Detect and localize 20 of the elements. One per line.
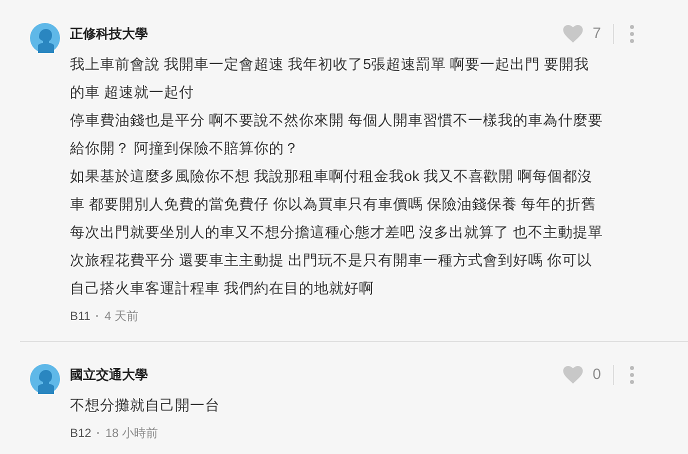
comment-text: 停車費油錢也是平分 啊不要說不然你來開 每個人開車習慣不一樣我的車為什麼要 [70, 112, 604, 131]
avatar-icon [30, 23, 60, 53]
comment-text: 如果基於這麼多風險你不想 我說那租車啊付租金我ok 我又不喜歡開 啊每個都沒 [70, 168, 592, 187]
post-time: 4 天前 [104, 308, 138, 325]
comment-text: 車 都要開別人免費的當免費仔 你以為買車只有車價嗎 保險油錢保養 每年的折舊 [70, 196, 596, 215]
comment-text: 給你開？ 阿撞到保險不賠算你的？ [70, 140, 300, 159]
comment-text: 的車 超速就一起付 [70, 84, 194, 103]
author-name[interactable]: 正修科技大學 [70, 24, 563, 44]
heart-icon [562, 366, 583, 384]
author-name[interactable]: 國立交通大學 [70, 365, 563, 385]
comment-text: 每次出門就要坐別人的車又不想分擔這種心態才差吧 沒多出就算了 也不主動提單 [70, 224, 604, 243]
comment-text: 不想分攤就自己開一台 [70, 397, 220, 416]
heart-icon [562, 25, 583, 43]
comment-text: 我上車前會說 我開車一定會超速 我年初收了5張超速罰單 啊要一起出門 要開我 [70, 56, 590, 75]
comment-text: 自己搭火車客運計程車 我們約在目的地就好啊 [70, 280, 374, 299]
floor-number: B11 [70, 308, 90, 325]
avatar-icon [30, 364, 60, 394]
comment-text: 次旅程花費平分 還要車主主動提 出門玩不是只有開車一種方式會到好嗎 你可以 [70, 252, 592, 271]
floor-number: B12 [70, 425, 92, 442]
post-time: 18 小時前 [105, 425, 158, 442]
